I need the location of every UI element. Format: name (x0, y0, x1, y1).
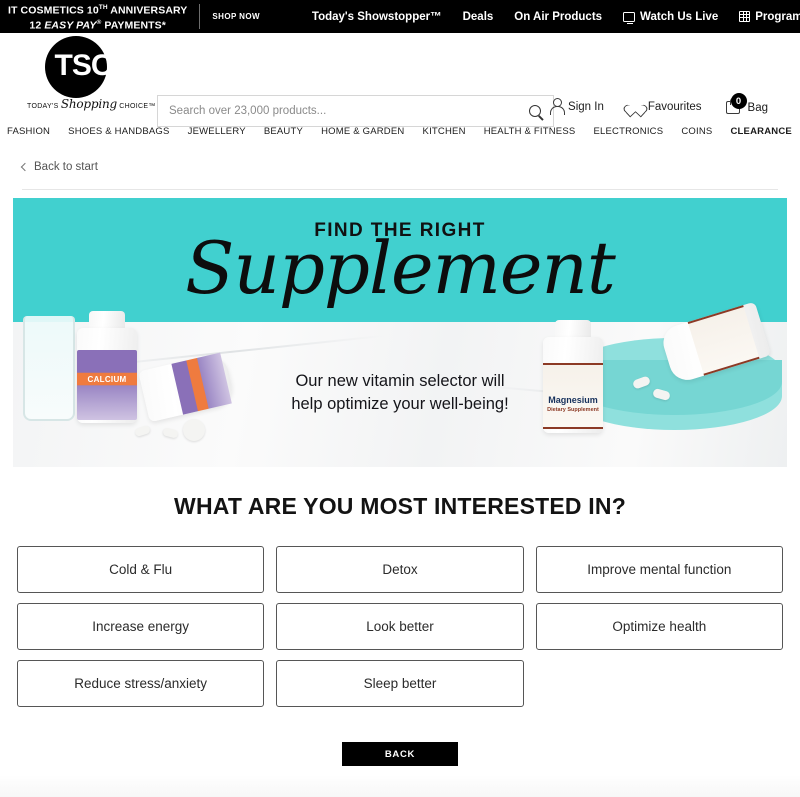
bag-icon-wrap: 0 (725, 93, 747, 114)
hero-magnesium-cap (555, 320, 591, 338)
search-bar[interactable] (157, 95, 554, 127)
site-header: TSC TODAY'S Shopping CHOICE™ Sign In Fav… (0, 33, 800, 127)
hero-banner[interactable]: CALCIUM Magnesium Dietary Supplement FIN… (13, 198, 787, 467)
option-increase-energy[interactable]: Increase energy (17, 603, 265, 650)
promo-link-watch-us-live[interactable]: Watch Us Live (623, 10, 719, 25)
bag-label: Bag (747, 102, 768, 114)
nav-item-beauty[interactable]: BEAUTY (262, 126, 305, 137)
sign-in-button[interactable]: Sign In (549, 98, 604, 115)
shop-now-label: SHOP NOW (212, 12, 260, 21)
option-improve-mental-function[interactable]: Improve mental function (535, 546, 783, 593)
site-logo[interactable]: TSC TODAY'S Shopping CHOICE™ (27, 35, 155, 115)
hero-subtitle-line1: Our new vitamin selector will (295, 372, 505, 390)
promo-link-on-air-label: On Air Products (514, 10, 603, 23)
top-promo-bar: IT COSMETICS 10TH ANNIVERSARY 12 EASY PA… (0, 0, 800, 33)
option-cold-flu[interactable]: Cold & Flu (17, 546, 265, 593)
options-grid: Cold & Flu Detox Improve mental function… (17, 546, 783, 707)
promo-line2-b: PAYMENTS* (101, 19, 166, 31)
search-button[interactable] (517, 96, 553, 126)
breadcrumb: Back to start (0, 145, 800, 189)
hero-subtitle-line2: help optimize your well-being! (291, 395, 509, 413)
promo-link-program-guide[interactable]: Program Guide (739, 11, 800, 23)
person-icon (549, 98, 565, 115)
header-divider (22, 189, 778, 190)
promo-link-guide-label: Program Guide (755, 10, 800, 23)
promo-link-watch-label: Watch Us Live (640, 10, 719, 23)
option-optimize-health[interactable]: Optimize health (535, 603, 783, 650)
chevron-left-icon (20, 162, 30, 172)
nav-item-coins[interactable]: COINS (679, 126, 714, 137)
sign-in-label: Sign In (568, 101, 604, 113)
favourites-label: Favourites (647, 100, 702, 113)
logo-tagline-post: CHOICE™ (119, 103, 156, 110)
promo-link-on-air-products[interactable]: On Air Products (514, 11, 602, 23)
nav-item-fashion[interactable]: FASHION (5, 126, 52, 137)
bag-button[interactable]: 0 Bag (725, 93, 768, 114)
hero-calcium-cap (89, 311, 125, 329)
nav-item-health-fitness[interactable]: HEALTH & FITNESS (482, 126, 578, 137)
page-bottom-fade (0, 775, 800, 797)
back-to-start-link[interactable]: Back to start (20, 161, 98, 173)
search-icon (529, 105, 541, 117)
option-look-better[interactable]: Look better (276, 603, 524, 650)
logo-tagline-script: Shopping (60, 97, 118, 111)
nav-item-clearance[interactable]: CLEARANCE (728, 126, 793, 137)
promo-headline-line1: IT COSMETICS 10 (8, 4, 99, 17)
promo-link-showstopper-label: Today's Showstopper™ (311, 10, 442, 23)
shop-now-button[interactable]: SHOP NOW (212, 12, 260, 21)
promo-headline-line1b: ANNIVERSARY (107, 4, 188, 17)
logo-mark: TSC (54, 49, 113, 82)
promo-link-showstopper[interactable]: Today's Showstopper™ (312, 11, 442, 23)
promo-line2-a: 12 (29, 19, 45, 31)
calendar-icon (739, 11, 751, 22)
search-input[interactable] (158, 105, 517, 117)
option-sleep-better[interactable]: Sleep better (276, 660, 524, 707)
promo-headline-line2: 12 EASY PAY® PAYMENTS* (8, 17, 187, 32)
favourites-button[interactable]: Favourites (628, 99, 702, 113)
back-button-row: BACK (0, 742, 800, 766)
account-actions: Sign In Favourites 0 Bag (549, 93, 768, 115)
promo-link-deals[interactable]: Deals (463, 11, 494, 23)
promo-headline-ordinal: TH (98, 4, 108, 11)
hero-script-title: Supplement (185, 226, 616, 310)
promo-link-deals-label: Deals (462, 10, 494, 23)
nav-item-electronics[interactable]: ELECTRONICS (591, 126, 665, 137)
promo-offer[interactable]: IT COSMETICS 10TH ANNIVERSARY 12 EASY PA… (0, 2, 260, 31)
heart-icon (628, 99, 643, 113)
promo-line2-italic: EASY PAY (44, 19, 97, 31)
page-title: WHAT ARE YOU MOST INTERESTED IN? (174, 493, 626, 519)
bag-count-badge: 0 (730, 93, 747, 109)
back-button[interactable]: BACK (342, 742, 458, 766)
nav-item-shoes-handbags[interactable]: SHOES & HANDBAGS (66, 126, 171, 137)
back-to-start-label: Back to start (34, 161, 98, 173)
hero-subtitle: Our new vitamin selector will help optim… (13, 370, 787, 416)
promo-headline: IT COSMETICS 10TH ANNIVERSARY 12 EASY PA… (8, 2, 187, 31)
hero-tablet (183, 419, 205, 441)
nav-item-home-garden[interactable]: HOME & GARDEN (319, 126, 406, 137)
nav-item-jewellery[interactable]: JEWELLERY (186, 126, 248, 137)
option-reduce-stress-anxiety[interactable]: Reduce stress/anxiety (17, 660, 265, 707)
tv-icon (623, 11, 636, 25)
logo-tagline-pre: TODAY'S (27, 103, 59, 110)
option-detox[interactable]: Detox (276, 546, 524, 593)
logo-tagline: TODAY'S Shopping CHOICE™ (27, 97, 155, 111)
promo-divider (199, 4, 201, 29)
page-root: IT COSMETICS 10TH ANNIVERSARY 12 EASY PA… (0, 0, 800, 797)
promo-nav: Today's Showstopper™ Deals On Air Produc… (312, 10, 800, 25)
nav-item-kitchen[interactable]: KITCHEN (421, 126, 468, 137)
